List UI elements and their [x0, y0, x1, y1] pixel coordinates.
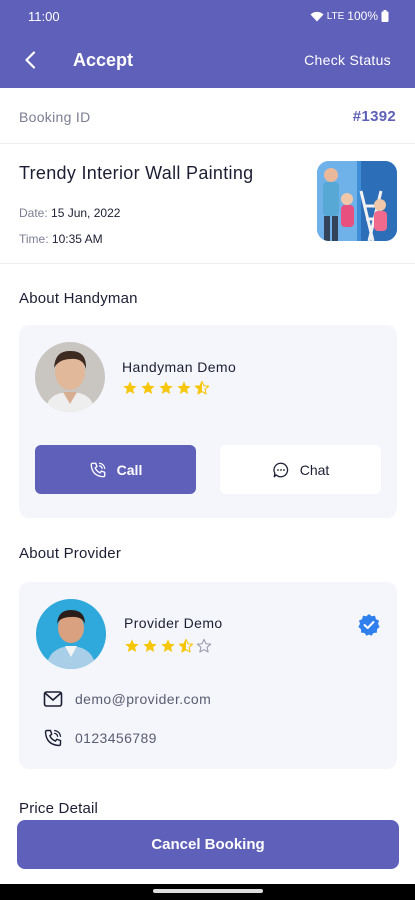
star-icon [142, 638, 158, 659]
chat-icon [273, 462, 288, 477]
verified-badge-icon [357, 613, 381, 637]
handyman-card: Handyman Demo Call Chat [19, 325, 397, 518]
booking-time: Time: 10:35 AM [19, 232, 103, 246]
provider-rating [124, 638, 212, 659]
page-title: Accept [73, 50, 134, 70]
provider-phone: 0123456789 [75, 730, 157, 746]
back-arrow-icon[interactable] [18, 46, 42, 74]
star-icon [176, 380, 192, 401]
star-icon [122, 380, 138, 401]
time-value: 10:35 AM [51, 232, 103, 246]
date-label: Date: [19, 206, 48, 220]
app-bar: 11:00 LTE 100% Accept Check Status [0, 0, 415, 88]
check-status-button[interactable]: Check Status [304, 52, 391, 68]
cancel-booking-label: Cancel Booking [151, 836, 265, 853]
divider [0, 143, 415, 144]
booking-id-label: Booking ID [19, 109, 91, 125]
home-indicator [153, 889, 263, 893]
phone-icon [90, 462, 106, 477]
star-icon [178, 638, 194, 659]
service-image [317, 161, 397, 241]
provider-name: Provider Demo [124, 615, 223, 631]
provider-card: Provider Demo demo@provider.com 01234567… [19, 582, 397, 769]
battery-label: 100% [347, 9, 378, 23]
mail-icon [43, 691, 63, 707]
call-label: Call [116, 461, 143, 478]
booking-id-row: Booking ID #1392 [19, 107, 396, 127]
handyman-section-title: About Handyman [19, 290, 138, 307]
date-value: 15 Jun, 2022 [51, 206, 121, 220]
star-icon [140, 380, 156, 401]
status-bar: 11:00 LTE 100% [0, 0, 415, 32]
status-time: 11:00 [28, 9, 60, 24]
handyman-avatar [35, 342, 105, 412]
provider-section-title: About Provider [19, 545, 122, 562]
handyman-rating [122, 380, 210, 401]
booking-id-value: #1392 [352, 108, 396, 125]
system-nav-bar [0, 884, 415, 900]
service-title: Trendy Interior Wall Painting [19, 163, 254, 183]
star-icon [158, 380, 174, 401]
handyman-name: Handyman Demo [122, 359, 237, 375]
cancel-booking-button[interactable]: Cancel Booking [17, 820, 399, 869]
time-label: Time: [19, 232, 49, 246]
provider-avatar [36, 599, 106, 669]
chat-label: Chat [299, 461, 330, 478]
star-icon [196, 638, 212, 659]
network-label: LTE [326, 10, 345, 22]
provider-phone-row[interactable]: 0123456789 [43, 728, 157, 748]
wifi-icon [310, 11, 324, 21]
status-icons: LTE 100% [310, 9, 389, 23]
star-icon [124, 638, 140, 659]
price-section-title: Price Detail [19, 800, 99, 817]
call-button[interactable]: Call [35, 445, 196, 494]
star-icon [194, 380, 210, 401]
divider [0, 263, 415, 264]
phone-icon [44, 729, 62, 747]
provider-email-row[interactable]: demo@provider.com [43, 690, 211, 708]
star-icon [160, 638, 176, 659]
battery-icon [381, 10, 389, 22]
provider-email: demo@provider.com [75, 691, 212, 707]
chat-button[interactable]: Chat [220, 445, 381, 494]
booking-date: Date: 15 Jun, 2022 [19, 206, 120, 220]
